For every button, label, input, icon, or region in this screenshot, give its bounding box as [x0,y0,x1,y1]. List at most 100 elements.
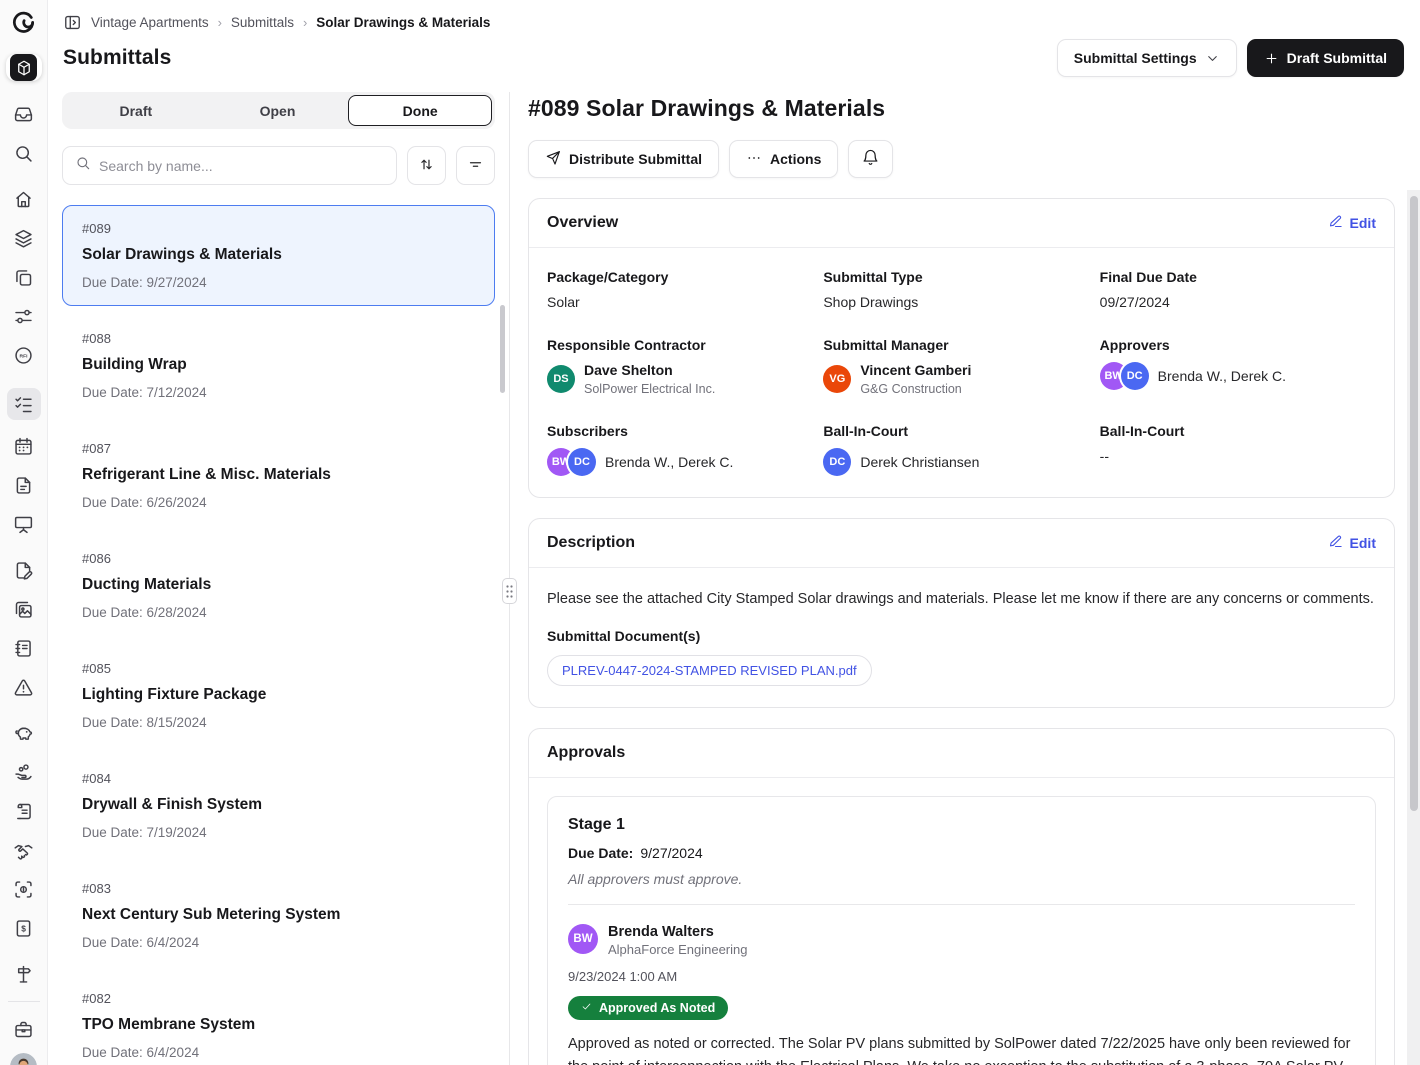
tab-done[interactable]: Done [348,95,492,126]
description-title: Description [547,534,635,552]
people-names: Derek Christiansen [860,454,979,470]
notebook-icon[interactable] [8,635,40,661]
field-label: Submittal Type [823,269,1099,285]
avatar-initials: DC [1127,370,1143,382]
rail-group: RFI [8,176,40,378]
approver-avatar-initials: BW [573,933,592,945]
file-edit-icon[interactable] [8,557,40,583]
submittal-title: Drywall & Finish System [82,796,475,814]
avatar-initials: DC [829,456,845,468]
filter-button[interactable] [456,146,495,185]
home-icon[interactable] [8,186,40,212]
budget-scan-icon[interactable] [8,876,40,902]
field-label: Submittal Manager [823,337,1099,353]
submittal-list-item[interactable]: #085Lighting Fixture PackageDue Date: 8/… [62,645,495,746]
rail-group [7,378,41,547]
photos-icon[interactable] [8,596,40,622]
tasks-checklist-icon[interactable] [7,388,41,420]
field-label: Subscribers [547,423,823,439]
app-logo-icon[interactable] [11,10,36,40]
submittal-number: #084 [82,771,475,786]
sort-button[interactable] [407,146,446,185]
overview-card-header: Overview Edit [529,199,1394,248]
safety-warning-icon[interactable] [8,674,40,700]
titlebar-actions: Submittal Settings Draft Submittal [1057,39,1404,77]
submittal-settings-button[interactable]: Submittal Settings [1057,39,1237,77]
handshake-icon[interactable] [8,837,40,863]
submittal-list-item[interactable]: #088Building WrapDue Date: 7/12/2024 [62,315,495,416]
submittal-list-item[interactable]: #083Next Century Sub Metering SystemDue … [62,865,495,966]
breadcrumb-item-1[interactable]: Submittals [231,15,294,30]
draft-submittal-button[interactable]: Draft Submittal [1247,39,1404,77]
submittal-due-date: Due Date: 6/28/2024 [82,605,475,620]
approval-timestamp: 9/23/2024 1:00 AM [568,969,1355,984]
field-value: -- [1100,448,1376,464]
actions-button[interactable]: Actions [729,140,838,178]
submittal-list-item[interactable]: #087Refrigerant Line & Misc. MaterialsDu… [62,425,495,526]
rfi-icon[interactable]: RFI [8,342,40,368]
pencil-icon [1328,214,1343,232]
submittal-list-item[interactable]: #084Drywall & Finish SystemDue Date: 7/1… [62,755,495,856]
avatar: VG [823,365,851,393]
distribute-submittal-button[interactable]: Distribute Submittal [528,140,719,178]
stage-due-value: 9/27/2024 [640,845,702,861]
search-row [62,146,495,185]
avatar-group: VG [823,365,851,393]
submittal-title: Next Century Sub Metering System [82,906,475,924]
invoice-icon[interactable]: $ [8,915,40,941]
overview-card: Overview Edit Package/CategorySolarSubmi… [528,198,1395,498]
document-chip[interactable]: PLREV-0447-2024-STAMPED REVISED PLAN.pdf [547,655,872,686]
active-app-tile[interactable] [6,54,42,81]
avatar-group: DC [823,448,851,476]
avatar: DC [568,448,596,476]
profile-avatar[interactable] [10,1053,37,1065]
content: Vintage Apartments›Submittals›Solar Draw… [48,0,1420,1065]
briefcase-icon[interactable] [8,1016,40,1042]
panel-toggle-icon[interactable] [63,13,82,32]
documents-icon[interactable] [8,264,40,290]
description-edit-button[interactable]: Edit [1328,534,1376,552]
daily-log-icon[interactable] [8,472,40,498]
submittal-title: Solar Drawings & Materials [82,246,475,264]
submittal-list-item[interactable]: #086Ducting MaterialsDue Date: 6/28/2024 [62,535,495,636]
panels: DraftOpenDone #089Solar Drawings & Mater… [48,92,1420,1065]
submittal-number: #086 [82,551,475,566]
settings-sliders-icon[interactable] [8,303,40,329]
panel-resize-handle[interactable] [502,578,517,604]
breadcrumb-item-0[interactable]: Vintage Apartments [91,15,209,30]
main-scrollbar-thumb[interactable] [1410,196,1418,811]
contract-icon[interactable] [8,798,40,824]
notifications-button[interactable] [848,140,893,178]
detail-actions: Distribute Submittal Actions [528,140,1395,178]
piggy-bank-icon[interactable] [8,720,40,746]
avatar: DC [823,448,851,476]
person-company: G&G Construction [860,382,971,396]
tab-draft[interactable]: Draft [65,95,207,126]
presentation-board-icon[interactable] [8,511,40,537]
list-scrollbar-thumb[interactable] [500,305,505,393]
submittal-list-item[interactable]: #089Solar Drawings & MaterialsDue Date: … [62,205,495,306]
overview-field: Package/CategorySolar [547,269,823,310]
overview-field: Submittal TypeShop Drawings [823,269,1099,310]
calendar-icon[interactable] [8,433,40,459]
bell-icon [862,149,879,169]
overview-field: SubscribersBWDCBrenda W., Derek C. [547,423,823,476]
search-input[interactable] [99,158,384,174]
submittal-list-item[interactable]: #082TPO Membrane SystemDue Date: 6/4/202… [62,975,495,1065]
documents-label: Submittal Document(s) [547,628,1376,644]
signpost-icon[interactable] [8,961,40,987]
description-text: Please see the attached City Stamped Sol… [547,589,1376,611]
approvals-card-header: Approvals [529,729,1394,778]
page-title: Submittals [63,46,171,70]
submittal-title: Building Wrap [82,356,475,374]
search-icon[interactable] [8,140,40,166]
layers-icon[interactable] [8,225,40,251]
hand-coins-icon[interactable] [8,759,40,785]
inbox-icon[interactable] [8,101,40,127]
overview-edit-button[interactable]: Edit [1328,214,1376,232]
tab-open[interactable]: Open [207,95,349,126]
submittal-due-date: Due Date: 6/4/2024 [82,935,475,950]
status-tabs: DraftOpenDone [62,92,495,129]
svg-text:$: $ [21,923,26,933]
approver-header: BW Brenda Walters AlphaForce Engineering [568,924,1355,957]
